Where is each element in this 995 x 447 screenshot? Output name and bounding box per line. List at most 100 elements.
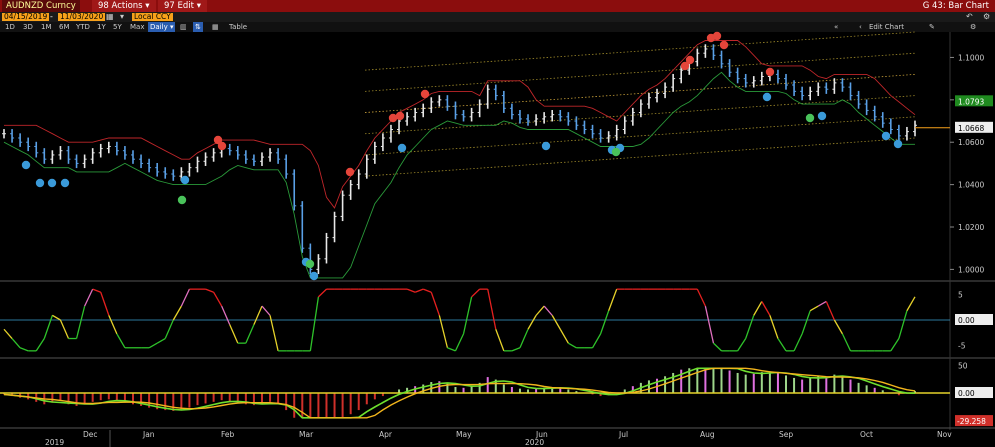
oscillator1-segment (213, 291, 223, 307)
oscillator1-segment (841, 333, 852, 352)
oscillator1-segment (825, 301, 835, 321)
price-bars (2, 44, 917, 275)
oscillator1-segment (801, 310, 811, 335)
osc2-tick-label: 50 (958, 362, 968, 371)
oscillator1-segment (559, 328, 569, 344)
month-tick-label: Jul (618, 430, 628, 439)
oscillator1-segment (817, 300, 827, 307)
oscillator1-segment (35, 338, 45, 352)
oscillator1-segment (487, 289, 497, 330)
oscillator1-segment (100, 292, 110, 316)
oscillator1-segment (793, 333, 803, 352)
oscillator1-segment (245, 324, 255, 344)
oscillator1-segment (591, 333, 602, 349)
oscillator1-segment (495, 329, 505, 352)
year-tick-label: 2019 (45, 438, 64, 447)
oscillator1-segment (447, 347, 456, 352)
oscillator1-segment (156, 337, 166, 344)
oscillator1-segment (148, 342, 158, 349)
oscillator1-segment (737, 338, 747, 352)
sell-signal-marker (712, 31, 722, 41)
oscillator1-segment (52, 314, 61, 321)
oscillator1-segment (92, 288, 101, 293)
oscillator1-segment (19, 347, 29, 352)
oscillator1-segment (11, 338, 21, 349)
oscillator1-segment (519, 328, 529, 349)
buy-signal-marker (611, 147, 621, 157)
trail-line-lower (3, 71, 915, 279)
buy-signal-marker (762, 92, 772, 102)
oscillator1-segment (471, 288, 481, 298)
oscillator1-segment (221, 305, 231, 325)
buy-signal-marker (180, 175, 190, 185)
oscillator1-segment (59, 319, 70, 339)
price-tick-label: 1.0400 (958, 181, 984, 190)
oscillator1-segment (229, 324, 239, 344)
month-tick-label: Apr (379, 430, 393, 439)
oscillator1-segment (180, 288, 191, 307)
oscillator1-segment (906, 296, 916, 312)
oscillator1-segment (43, 315, 53, 339)
oscillator1-segment (898, 310, 908, 339)
oscillator1-segment (745, 315, 755, 339)
oscillator1-segment (809, 305, 819, 312)
oscillator-panel-2: 500-500.00-29.258 (0, 362, 993, 427)
oscillator1-segment (462, 296, 473, 335)
buy-signal-marker (397, 143, 407, 153)
month-tick-label: Jan (142, 430, 155, 439)
osc1-value-label: 0.00 (958, 316, 975, 325)
reference-price-label: 1.0793 (958, 97, 984, 106)
oscillator1-segment (890, 338, 900, 352)
sell-signal-marker (345, 167, 355, 177)
month-tick-label: Nov (937, 430, 952, 439)
sell-signal-marker (217, 141, 227, 151)
price-tick-label: 1.0600 (958, 138, 984, 147)
month-tick-label: Aug (700, 430, 715, 439)
oscillator1-segment (833, 319, 844, 335)
oscillator1-segment (108, 315, 118, 335)
price-panel (0, 32, 995, 430)
osc2-current-label: -29.258 (957, 417, 986, 426)
oscillator1-segment (535, 305, 545, 316)
oscillator1-segment (761, 301, 771, 316)
oscillator1-segment (406, 288, 416, 293)
oscillator1-segment (309, 296, 320, 351)
price-chart[interactable]: 1.10001.08001.06001.04001.02001.00001.07… (0, 0, 995, 447)
buy-signal-marker (881, 131, 891, 141)
channel-line (364, 31, 916, 71)
buy-signal-marker (21, 160, 31, 170)
buy-signal-marker (47, 178, 57, 188)
month-tick-label: Sep (779, 430, 793, 439)
oscillator1-segment (172, 305, 182, 321)
oscillator1-segment (551, 315, 561, 330)
oscillator1-segment (753, 301, 763, 316)
oscillator1-segment (599, 310, 610, 335)
oscillator1-segment (75, 305, 86, 339)
oscillator1-segment (568, 342, 577, 349)
month-tick-label: May (456, 430, 472, 439)
sell-signal-marker (685, 55, 695, 65)
sell-signal-marker (395, 111, 405, 121)
buy-signal-marker (305, 259, 315, 269)
oscillator1-segment (84, 288, 94, 307)
oscillator1-segment (454, 333, 465, 352)
oscillator1-segment (713, 342, 722, 352)
year-tick-label: 2020 (525, 438, 544, 447)
price-axis: 1.10001.08001.06001.04001.02001.00001.07… (950, 53, 993, 274)
buy-signal-marker (60, 178, 70, 188)
oscillator1-segment (430, 292, 440, 316)
osc1-tick-label: -5 (958, 342, 966, 351)
oscillator1-segment (414, 288, 424, 293)
channel-line (364, 52, 916, 92)
oscillator1-segment (608, 288, 618, 311)
trail-lines (3, 40, 950, 279)
sell-signal-marker (719, 40, 729, 50)
buy-signal-marker (177, 195, 187, 205)
oscillator1-segment (527, 315, 537, 330)
price-tick-label: 1.0000 (958, 265, 984, 274)
oscillator1-segment (269, 315, 279, 352)
time-axis: Dec Jan Feb Mar Apr May Jun Jul Aug Sep Oct Nov2019… (0, 427, 995, 447)
buy-signal-marker (893, 139, 903, 149)
buy-signal-marker (805, 113, 815, 123)
oscillator1-segment (769, 315, 779, 339)
